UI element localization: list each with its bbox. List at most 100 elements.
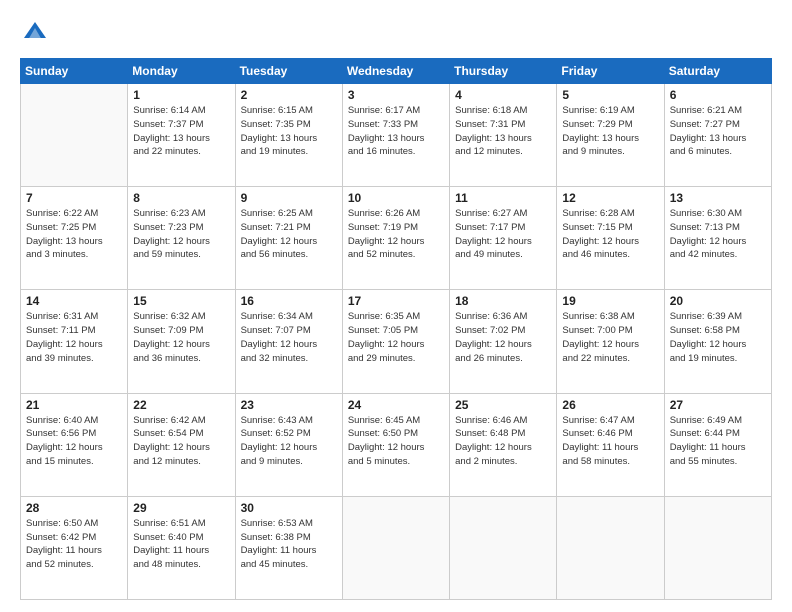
day-info: Sunrise: 6:35 AMSunset: 7:05 PMDaylight:… xyxy=(348,310,444,365)
day-number: 11 xyxy=(455,191,551,205)
day-info: Sunrise: 6:53 AMSunset: 6:38 PMDaylight:… xyxy=(241,517,337,572)
day-number: 3 xyxy=(348,88,444,102)
day-info: Sunrise: 6:26 AMSunset: 7:19 PMDaylight:… xyxy=(348,207,444,262)
day-number: 16 xyxy=(241,294,337,308)
week-row-2: 7 Sunrise: 6:22 AMSunset: 7:25 PMDaylight… xyxy=(21,187,772,290)
day-info: Sunrise: 6:39 AMSunset: 6:58 PMDaylight:… xyxy=(670,310,766,365)
day-number: 25 xyxy=(455,398,551,412)
day-number: 29 xyxy=(133,501,229,515)
calendar-body: 1Sunrise: 6:14 AMSunset: 7:37 PMDaylight… xyxy=(21,84,772,600)
page: SundayMondayTuesdayWednesdayThursdayFrid… xyxy=(0,0,792,612)
day-cell: 7 Sunrise: 6:22 AMSunset: 7:25 PMDaylight… xyxy=(21,187,128,290)
day-cell: 27 Sunrise: 6:49 AMSunset: 6:44 PMDayligh… xyxy=(664,393,771,496)
day-cell: 22 Sunrise: 6:42 AMSunset: 6:54 PMDayligh… xyxy=(128,393,235,496)
day-number: 4 xyxy=(455,88,551,102)
day-number: 24 xyxy=(348,398,444,412)
day-cell: 11 Sunrise: 6:27 AMSunset: 7:17 PMDayligh… xyxy=(450,187,557,290)
day-cell: 13Sunrise: 6:30 AMSunset: 7:13 PMDayligh… xyxy=(664,187,771,290)
logo xyxy=(20,18,54,48)
day-number: 2 xyxy=(241,88,337,102)
day-cell: 18 Sunrise: 6:36 AMSunset: 7:02 PMDayligh… xyxy=(450,290,557,393)
day-cell: 23 Sunrise: 6:43 AMSunset: 6:52 PMDayligh… xyxy=(235,393,342,496)
day-info: Sunrise: 6:34 AMSunset: 7:07 PMDaylight:… xyxy=(241,310,337,365)
week-row-1: 1Sunrise: 6:14 AMSunset: 7:37 PMDaylight… xyxy=(21,84,772,187)
day-cell: 19Sunrise: 6:38 AMSunset: 7:00 PMDayligh… xyxy=(557,290,664,393)
day-cell: 17 Sunrise: 6:35 AMSunset: 7:05 PMDayligh… xyxy=(342,290,449,393)
day-info: Sunrise: 6:21 AMSunset: 7:27 PMDaylight:… xyxy=(670,104,766,159)
weekday-header-tuesday: Tuesday xyxy=(235,59,342,84)
day-info: Sunrise: 6:46 AMSunset: 6:48 PMDaylight:… xyxy=(455,414,551,469)
day-cell: 26 Sunrise: 6:47 AMSunset: 6:46 PMDayligh… xyxy=(557,393,664,496)
day-cell xyxy=(342,496,449,599)
day-cell: 20 Sunrise: 6:39 AMSunset: 6:58 PMDayligh… xyxy=(664,290,771,393)
day-cell xyxy=(450,496,557,599)
weekday-header-friday: Friday xyxy=(557,59,664,84)
day-number: 30 xyxy=(241,501,337,515)
weekday-header-saturday: Saturday xyxy=(664,59,771,84)
day-cell: 30 Sunrise: 6:53 AMSunset: 6:38 PMDayligh… xyxy=(235,496,342,599)
day-number: 23 xyxy=(241,398,337,412)
day-info: Sunrise: 6:31 AMSunset: 7:11 PMDaylight:… xyxy=(26,310,122,365)
day-info: Sunrise: 6:36 AMSunset: 7:02 PMDaylight:… xyxy=(455,310,551,365)
day-cell: 8 Sunrise: 6:23 AMSunset: 7:23 PMDaylight… xyxy=(128,187,235,290)
day-number: 1 xyxy=(133,88,229,102)
day-number: 17 xyxy=(348,294,444,308)
day-cell xyxy=(664,496,771,599)
day-number: 9 xyxy=(241,191,337,205)
day-info: Sunrise: 6:40 AMSunset: 6:56 PMDaylight:… xyxy=(26,414,122,469)
day-cell: 2 Sunrise: 6:15 AMSunset: 7:35 PMDaylight… xyxy=(235,84,342,187)
weekday-header-monday: Monday xyxy=(128,59,235,84)
day-cell: 5Sunrise: 6:19 AMSunset: 7:29 PMDaylight… xyxy=(557,84,664,187)
day-number: 20 xyxy=(670,294,766,308)
day-number: 10 xyxy=(348,191,444,205)
day-cell: 28 Sunrise: 6:50 AMSunset: 6:42 PMDayligh… xyxy=(21,496,128,599)
day-info: Sunrise: 6:51 AMSunset: 6:40 PMDaylight:… xyxy=(133,517,229,572)
day-number: 26 xyxy=(562,398,658,412)
day-number: 28 xyxy=(26,501,122,515)
day-info: Sunrise: 6:22 AMSunset: 7:25 PMDaylight:… xyxy=(26,207,122,262)
day-cell: 25 Sunrise: 6:46 AMSunset: 6:48 PMDayligh… xyxy=(450,393,557,496)
day-info: Sunrise: 6:50 AMSunset: 6:42 PMDaylight:… xyxy=(26,517,122,572)
weekday-header-wednesday: Wednesday xyxy=(342,59,449,84)
day-cell: 15Sunrise: 6:32 AMSunset: 7:09 PMDayligh… xyxy=(128,290,235,393)
logo-icon xyxy=(20,18,50,48)
day-cell: 9 Sunrise: 6:25 AMSunset: 7:21 PMDaylight… xyxy=(235,187,342,290)
day-info: Sunrise: 6:28 AMSunset: 7:15 PMDaylight:… xyxy=(562,207,658,262)
day-cell: 12 Sunrise: 6:28 AMSunset: 7:15 PMDayligh… xyxy=(557,187,664,290)
day-info: Sunrise: 6:42 AMSunset: 6:54 PMDaylight:… xyxy=(133,414,229,469)
day-number: 22 xyxy=(133,398,229,412)
day-number: 27 xyxy=(670,398,766,412)
day-cell: 6Sunrise: 6:21 AMSunset: 7:27 PMDaylight… xyxy=(664,84,771,187)
day-number: 18 xyxy=(455,294,551,308)
day-info: Sunrise: 6:25 AMSunset: 7:21 PMDaylight:… xyxy=(241,207,337,262)
day-number: 12 xyxy=(562,191,658,205)
day-cell: 10 Sunrise: 6:26 AMSunset: 7:19 PMDayligh… xyxy=(342,187,449,290)
day-info: Sunrise: 6:18 AMSunset: 7:31 PMDaylight:… xyxy=(455,104,551,159)
day-number: 7 xyxy=(26,191,122,205)
day-info: Sunrise: 6:47 AMSunset: 6:46 PMDaylight:… xyxy=(562,414,658,469)
day-cell: 16 Sunrise: 6:34 AMSunset: 7:07 PMDayligh… xyxy=(235,290,342,393)
day-number: 8 xyxy=(133,191,229,205)
day-cell: 21 Sunrise: 6:40 AMSunset: 6:56 PMDayligh… xyxy=(21,393,128,496)
calendar: SundayMondayTuesdayWednesdayThursdayFrid… xyxy=(20,58,772,600)
day-number: 5 xyxy=(562,88,658,102)
day-info: Sunrise: 6:15 AMSunset: 7:35 PMDaylight:… xyxy=(241,104,337,159)
day-cell: 29 Sunrise: 6:51 AMSunset: 6:40 PMDayligh… xyxy=(128,496,235,599)
weekday-header-thursday: Thursday xyxy=(450,59,557,84)
day-number: 13 xyxy=(670,191,766,205)
day-info: Sunrise: 6:45 AMSunset: 6:50 PMDaylight:… xyxy=(348,414,444,469)
day-info: Sunrise: 6:23 AMSunset: 7:23 PMDaylight:… xyxy=(133,207,229,262)
week-row-3: 14 Sunrise: 6:31 AMSunset: 7:11 PMDayligh… xyxy=(21,290,772,393)
day-cell: 1Sunrise: 6:14 AMSunset: 7:37 PMDaylight… xyxy=(128,84,235,187)
week-row-4: 21 Sunrise: 6:40 AMSunset: 6:56 PMDayligh… xyxy=(21,393,772,496)
day-info: Sunrise: 6:49 AMSunset: 6:44 PMDaylight:… xyxy=(670,414,766,469)
header-row: SundayMondayTuesdayWednesdayThursdayFrid… xyxy=(21,59,772,84)
day-cell: 14 Sunrise: 6:31 AMSunset: 7:11 PMDayligh… xyxy=(21,290,128,393)
day-number: 14 xyxy=(26,294,122,308)
day-cell xyxy=(557,496,664,599)
day-info: Sunrise: 6:43 AMSunset: 6:52 PMDaylight:… xyxy=(241,414,337,469)
day-info: Sunrise: 6:27 AMSunset: 7:17 PMDaylight:… xyxy=(455,207,551,262)
calendar-header: SundayMondayTuesdayWednesdayThursdayFrid… xyxy=(21,59,772,84)
day-cell xyxy=(21,84,128,187)
day-number: 21 xyxy=(26,398,122,412)
